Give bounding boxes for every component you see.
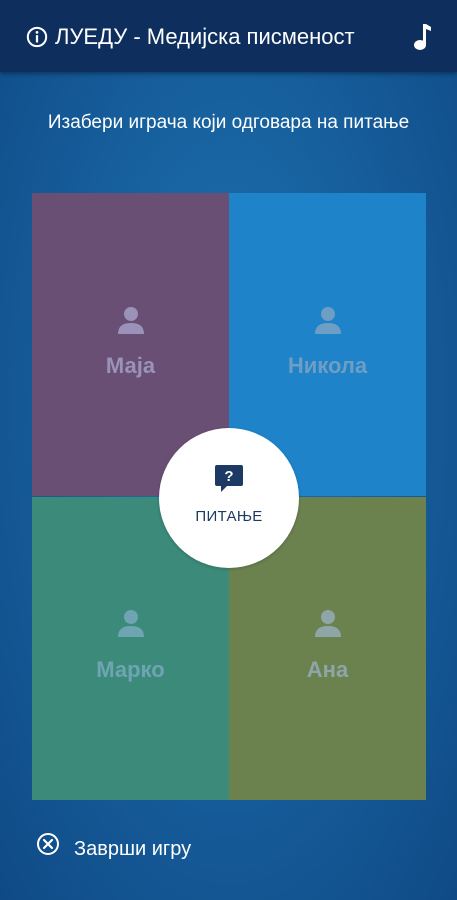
music-note-icon[interactable] <box>410 22 432 52</box>
svg-text:?: ? <box>224 468 233 485</box>
question-button-label: ПИТАЊЕ <box>195 508 263 525</box>
player-name: Никола <box>287 353 368 378</box>
person-icon <box>118 610 144 637</box>
player-name: Маја <box>105 353 156 378</box>
info-icon[interactable] <box>26 26 48 48</box>
end-game-label: Заврши игру <box>74 838 192 860</box>
app-title: ЛУЕДУ - Медијска писменост <box>55 24 355 49</box>
question-bubble-icon: ? <box>215 465 243 492</box>
end-game-button[interactable]: Заврши игру <box>36 830 256 866</box>
person-icon <box>315 307 341 334</box>
person-icon <box>315 610 341 637</box>
question-button[interactable]: ? ПИТАЊЕ <box>159 428 299 568</box>
player-name: Марко <box>96 657 165 682</box>
app-header: ЛУЕДУ - Медијска писменост <box>0 0 457 72</box>
person-icon <box>118 307 144 334</box>
instruction-text: Изабери играча који одговара на питање <box>47 112 410 133</box>
player-name: Ана <box>306 657 349 682</box>
close-circle-icon <box>37 833 59 855</box>
